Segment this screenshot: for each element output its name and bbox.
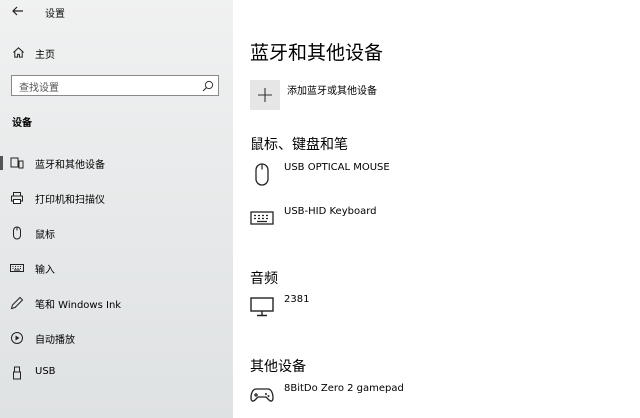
back-arrow-icon[interactable] — [10, 3, 26, 19]
plus-icon — [258, 88, 272, 102]
page-title: 蓝牙和其他设备 — [250, 42, 384, 64]
autoplay-icon — [11, 332, 23, 344]
main-content: 蓝牙和其他设备 添加蓝牙或其他设备 鼠标、键盘和笔 USB OPTICAL MO… — [233, 0, 640, 418]
sidebar-item-pen[interactable]: 笔和 Windows Ink — [0, 290, 233, 316]
sidebar-item-label: USB — [35, 366, 56, 377]
sidebar-item-label: 打印机和扫描仪 — [35, 195, 105, 206]
add-device-button[interactable] — [250, 80, 280, 110]
bluetooth-devices-icon — [10, 157, 24, 169]
sidebar-item-typing[interactable]: 输入 — [0, 255, 233, 281]
keyboard-icon — [10, 264, 24, 272]
home-link[interactable]: 主页 — [0, 42, 233, 64]
search-icon[interactable] — [202, 80, 214, 92]
sidebar-item-usb[interactable]: USB — [0, 360, 233, 386]
monitor-icon — [250, 297, 274, 317]
device-item-monitor[interactable]: 2381 — [250, 294, 630, 324]
group-title-other-devices: 其他设备 — [250, 359, 306, 375]
gamepad-icon — [250, 388, 274, 402]
home-icon — [13, 47, 24, 58]
sidebar: 设置 主页 查找设置 设备 蓝牙和其他设备 打印机和扫描仪 鼠标 输入 笔和 W… — [0, 0, 233, 418]
usb-icon — [13, 366, 21, 380]
sidebar-item-mouse[interactable]: 鼠标 — [0, 220, 233, 246]
selection-indicator — [0, 156, 3, 170]
sidebar-item-label: 输入 — [35, 265, 55, 276]
sidebar-item-label: 笔和 Windows Ink — [35, 300, 122, 311]
home-label: 主页 — [35, 50, 55, 61]
sidebar-item-label: 蓝牙和其他设备 — [35, 160, 105, 171]
device-name: 2381 — [284, 294, 310, 305]
device-name: USB-HID Keyboard — [284, 206, 377, 217]
sidebar-item-label: 自动播放 — [35, 335, 75, 346]
section-title: 设备 — [12, 118, 32, 129]
mouse-icon — [13, 226, 21, 240]
device-item-mouse[interactable]: USB OPTICAL MOUSE — [250, 162, 630, 192]
sidebar-item-autoplay[interactable]: 自动播放 — [0, 325, 233, 351]
mouse-icon — [255, 163, 269, 186]
device-name: USB OPTICAL MOUSE — [284, 162, 390, 173]
pen-icon — [10, 296, 24, 310]
search-input[interactable]: 查找设置 — [11, 75, 219, 96]
sidebar-item-printers[interactable]: 打印机和扫描仪 — [0, 185, 233, 211]
search-placeholder: 查找设置 — [19, 83, 59, 94]
app-title: 设置 — [45, 9, 65, 20]
sidebar-item-label: 鼠标 — [35, 230, 55, 241]
group-title-audio: 音频 — [250, 271, 278, 287]
printer-icon — [11, 192, 23, 204]
device-name: 8BitDo Zero 2 gamepad — [284, 383, 404, 394]
device-item-keyboard[interactable]: USB-HID Keyboard — [250, 206, 630, 236]
add-device-label[interactable]: 添加蓝牙或其他设备 — [287, 82, 377, 97]
sidebar-item-bluetooth[interactable]: 蓝牙和其他设备 — [0, 150, 233, 176]
device-item-gamepad[interactable]: 8BitDo Zero 2 gamepad — [250, 383, 630, 413]
keyboard-icon — [250, 211, 274, 225]
group-title-input-devices: 鼠标、键盘和笔 — [250, 137, 348, 153]
